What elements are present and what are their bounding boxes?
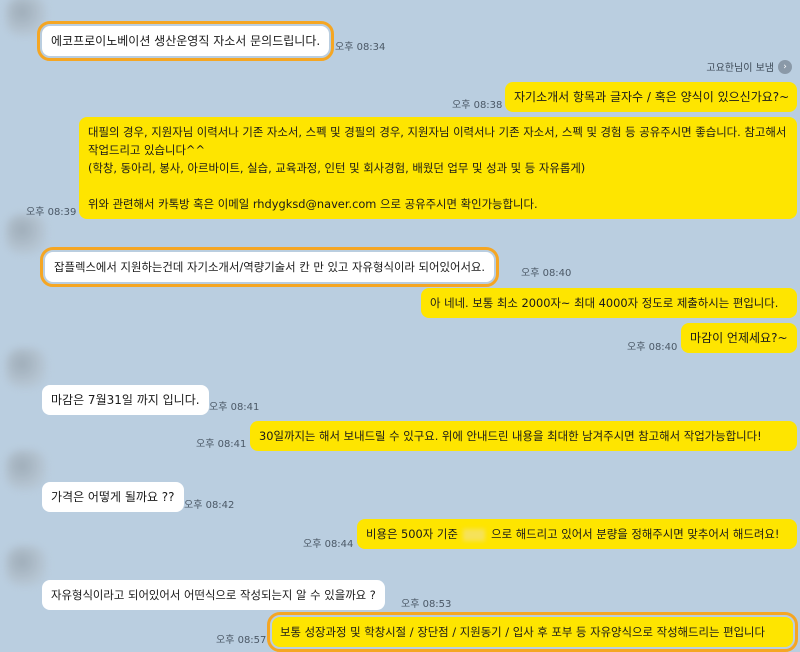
sender-name: 고요한님이 보냄 <box>706 63 774 74</box>
message-text: 잡플렉스에서 지원하는건데 자기소개서/역량기술서 칸 만 있고 자유형식이라 … <box>54 260 486 274</box>
message-bubble-outgoing[interactable]: 보통 성장과정 및 학창시절 / 장단점 / 지원동기 / 입사 후 포부 등 … <box>267 612 798 652</box>
message-text: (학창, 동아리, 봉사, 아르바이트, 실습, 교육과정, 인턴 및 회사경험… <box>88 161 586 175</box>
message-bubble-incoming[interactable]: 에코프로이노베이션 생산운영직 자소서 문의드립니다. <box>36 21 335 61</box>
message-text: 으로 해드리고 있어서 분량을 정해주시면 맞추어서 해드려요! <box>491 527 780 541</box>
message-text: 에코프로이노베이션 생산운영직 자소서 문의드립니다. <box>51 34 321 48</box>
message-bubble-incoming[interactable]: 가격은 어떻게 될까요 ?? <box>42 482 184 512</box>
message-time: 오후 08:39 <box>26 207 77 218</box>
message-bubble-outgoing[interactable]: 대필의 경우, 지원자님 이력서나 기존 자소서, 스펙 및 경필의 경우, 지… <box>79 117 797 219</box>
avatar[interactable] <box>6 450 46 490</box>
message-bubble-outgoing[interactable]: 30일까지는 해서 보내드릴 수 있구요. 위에 안내드린 내용을 최대한 남겨… <box>250 421 797 451</box>
message-bubble-incoming[interactable]: 잡플렉스에서 지원하는건데 자기소개서/역량기술서 칸 만 있고 자유형식이라 … <box>39 247 500 287</box>
message-text: 아 네네. 보통 최소 2000자~ 최대 4000자 정도로 제출하시는 편입… <box>430 296 779 310</box>
message-time: 오후 08:38 <box>452 100 503 111</box>
message-time: 오후 08:53 <box>401 599 452 610</box>
message-text: 자유형식이라고 되어있어서 어떤식으로 작성되는지 알 수 있을까요 ? <box>51 588 376 602</box>
message-bubble-outgoing[interactable]: 비용은 500자 기준 으로 해드리고 있어서 분량을 정해주시면 맞추어서 해… <box>357 519 797 549</box>
message-time: 오후 08:42 <box>184 500 235 511</box>
message-bubble-outgoing[interactable]: 마감이 언제세요?~ <box>681 323 797 353</box>
redacted-price <box>463 528 486 541</box>
message-bubble-outgoing[interactable]: 자기소개서 항목과 글자수 / 혹은 양식이 있으신가요?~ <box>505 82 797 112</box>
message-bubble-incoming[interactable]: 자유형식이라고 되어있어서 어떤식으로 작성되는지 알 수 있을까요 ? <box>42 580 385 610</box>
message-text: 자기소개서 항목과 글자수 / 혹은 양식이 있으신가요?~ <box>514 90 790 104</box>
message-time: 오후 08:41 <box>209 402 260 413</box>
message-time: 오후 08:34 <box>335 42 386 53</box>
avatar[interactable] <box>6 214 46 254</box>
message-bubble-incoming[interactable]: 마감은 7월31일 까지 입니다. <box>42 385 209 415</box>
message-text: 마감은 7월31일 까지 입니다. <box>51 393 200 407</box>
message-text: 마감이 언제세요?~ <box>690 331 788 345</box>
message-time: 오후 08:41 <box>196 439 247 450</box>
message-text: 위와 관련해서 카톡방 혹은 이메일 rhdygksd@naver.com 으로… <box>88 197 538 211</box>
message-time: 오후 08:40 <box>521 268 572 279</box>
message-text: 30일까지는 해서 보내드릴 수 있구요. 위에 안내드린 내용을 최대한 남겨… <box>259 429 762 443</box>
message-time: 오후 08:40 <box>627 342 678 353</box>
message-text: 보통 성장과정 및 학창시절 / 장단점 / 지원동기 / 입사 후 포부 등 … <box>280 625 766 639</box>
message-text: 비용은 500자 기준 <box>366 527 458 541</box>
message-bubble-outgoing[interactable]: 아 네네. 보통 최소 2000자~ 최대 4000자 정도로 제출하시는 편입… <box>421 288 797 318</box>
message-text: 대필의 경우, 지원자님 이력서나 기존 자소서, 스펙 및 경필의 경우, 지… <box>88 125 787 157</box>
message-time: 오후 08:57 <box>216 635 267 646</box>
avatar[interactable] <box>6 348 46 388</box>
sender-label[interactable]: 고요한님이 보냄 › <box>706 59 792 74</box>
avatar[interactable] <box>6 0 46 36</box>
chevron-right-icon[interactable]: › <box>778 59 792 74</box>
avatar[interactable] <box>6 546 46 586</box>
message-text: 가격은 어떻게 될까요 ?? <box>51 490 175 504</box>
message-time: 오후 08:44 <box>303 539 354 550</box>
